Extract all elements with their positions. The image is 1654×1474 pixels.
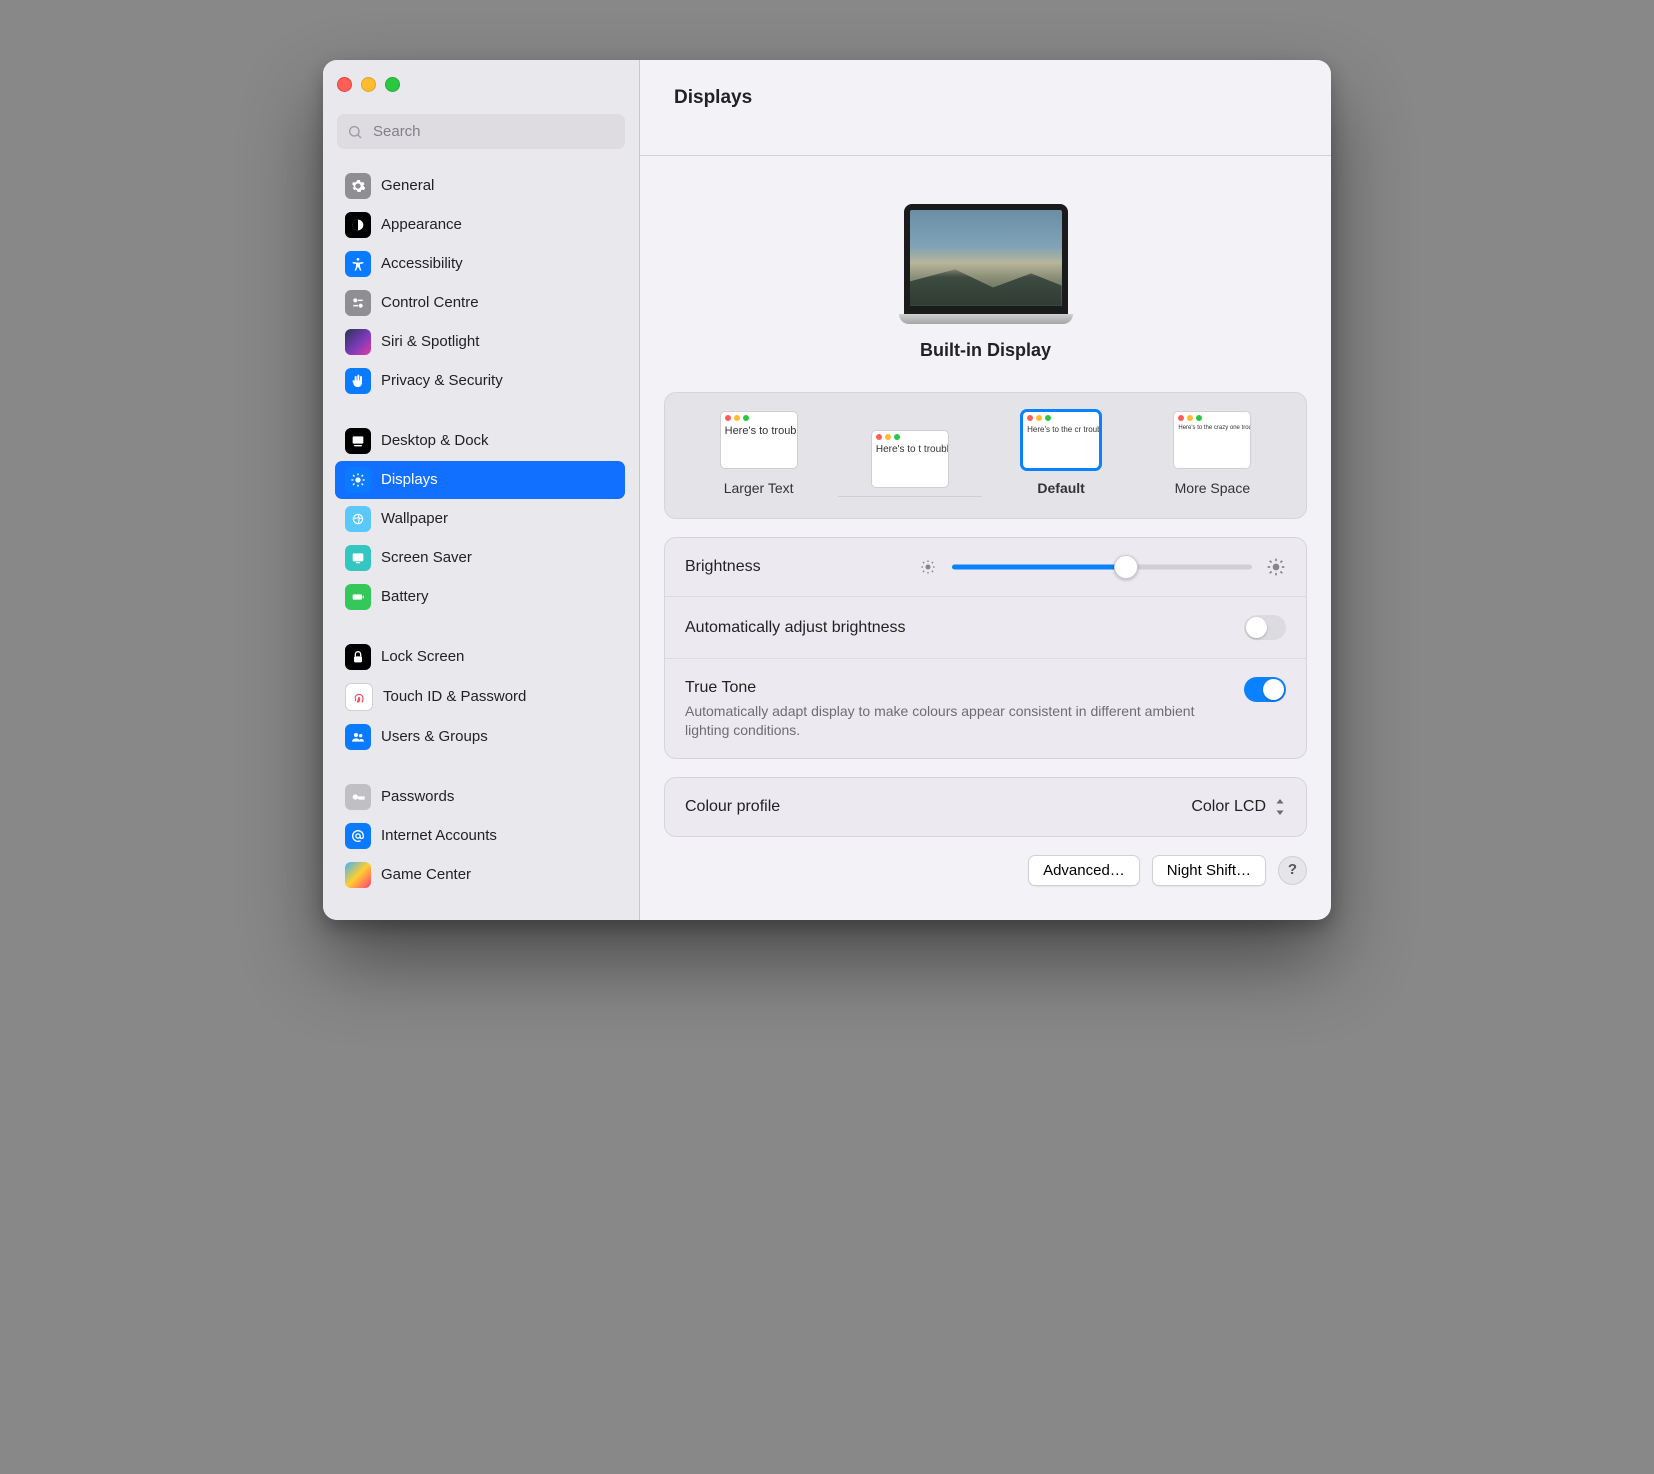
appearance-icon	[345, 212, 371, 238]
sidebar-item-label: Game Center	[381, 865, 471, 885]
true-tone-row: True Tone Automatically adapt display to…	[665, 658, 1306, 758]
laptop-preview[interactable]	[899, 204, 1073, 324]
brightness-row: Brightness	[665, 538, 1306, 596]
sidebar: General Appearance Accessibility Control…	[323, 60, 640, 920]
sidebar-item-label: Users & Groups	[381, 727, 488, 747]
help-button[interactable]: ?	[1278, 856, 1307, 885]
sidebar-item-label: Privacy & Security	[381, 371, 503, 391]
sidebar-item-passwords[interactable]: Passwords	[335, 778, 625, 816]
brightness-label: Brightness	[685, 556, 761, 578]
control-centre-icon	[345, 290, 371, 316]
game-center-icon	[345, 862, 371, 888]
sidebar-item-lock-screen[interactable]: Lock Screen	[335, 638, 625, 676]
brightness-high-icon	[1266, 557, 1286, 577]
advanced-button[interactable]: Advanced…	[1028, 855, 1140, 886]
sidebar-item-general[interactable]: General	[335, 167, 625, 205]
search-input[interactable]	[371, 122, 615, 141]
accessibility-icon	[345, 251, 371, 277]
resolution-option-more-space[interactable]: Here's to the crazy one troublemakers. T…	[1157, 411, 1267, 498]
sidebar-item-wallpaper[interactable]: Wallpaper	[335, 500, 625, 538]
battery-icon	[345, 584, 371, 610]
search-icon	[347, 124, 363, 140]
sidebar-item-battery[interactable]: Battery	[335, 578, 625, 616]
sidebar-item-label: Siri & Spotlight	[381, 332, 479, 352]
sidebar-item-internet-accounts[interactable]: Internet Accounts	[335, 817, 625, 855]
device-name: Built-in Display	[920, 338, 1051, 362]
resolution-option-medium[interactable]: Here's to t troublema ones who	[855, 430, 965, 498]
window-controls	[333, 75, 629, 114]
sidebar-item-label: Screen Saver	[381, 548, 472, 568]
colour-profile-label: Colour profile	[685, 796, 780, 818]
sidebar-item-label: Touch ID & Password	[383, 687, 526, 707]
gear-icon	[345, 173, 371, 199]
at-icon	[345, 823, 371, 849]
sidebar-item-label: Internet Accounts	[381, 826, 497, 846]
hand-icon	[345, 368, 371, 394]
footer-buttons: Advanced… Night Shift… ?	[664, 855, 1307, 886]
sidebar-item-label: Battery	[381, 587, 429, 607]
sidebar-item-displays[interactable]: Displays	[335, 461, 625, 499]
sidebar-item-label: Wallpaper	[381, 509, 448, 529]
sidebar-item-label: Control Centre	[381, 293, 479, 313]
siri-icon	[345, 329, 371, 355]
sidebar-item-label: Appearance	[381, 215, 462, 235]
resolution-option-default[interactable]: Here's to the cr troublemakers. ones who…	[1006, 411, 1116, 498]
colour-profile-value: Color LCD	[1191, 796, 1266, 818]
resolution-option-larger-text[interactable]: Here's to troublem Larger Text	[704, 411, 814, 498]
desktop-dock-icon	[345, 428, 371, 454]
lock-icon	[345, 644, 371, 670]
wallpaper-icon	[345, 506, 371, 532]
page-title: Displays	[674, 85, 1331, 111]
close-window-icon[interactable]	[337, 77, 352, 92]
auto-brightness-row: Automatically adjust brightness	[665, 596, 1306, 658]
device-preview: Built-in Display	[640, 172, 1331, 392]
sidebar-item-label: General	[381, 176, 434, 196]
sidebar-item-control-centre[interactable]: Control Centre	[335, 284, 625, 322]
auto-brightness-toggle[interactable]	[1244, 615, 1286, 640]
sidebar-item-label: Displays	[381, 470, 438, 490]
colour-profile-select[interactable]: Color LCD	[1191, 796, 1286, 818]
brightness-panel: Brightness Automatically adjust brightne…	[664, 537, 1307, 759]
search-field[interactable]	[337, 114, 625, 149]
sidebar-item-users-groups[interactable]: Users & Groups	[335, 718, 625, 756]
fingerprint-icon	[345, 683, 373, 711]
resolution-panel: Here's to troublem Larger Text Here's to…	[664, 392, 1307, 519]
displays-icon	[345, 467, 371, 493]
night-shift-button[interactable]: Night Shift…	[1152, 855, 1266, 886]
colour-profile-panel: Colour profile Color LCD	[664, 777, 1307, 837]
sidebar-nav: General Appearance Accessibility Control…	[333, 161, 629, 920]
true-tone-toggle[interactable]	[1244, 677, 1286, 702]
sidebar-item-appearance[interactable]: Appearance	[335, 206, 625, 244]
sidebar-item-label: Passwords	[381, 787, 454, 807]
sidebar-item-game-center[interactable]: Game Center	[335, 856, 625, 894]
sidebar-item-label: Accessibility	[381, 254, 463, 274]
true-tone-description: Automatically adapt display to make colo…	[685, 702, 1205, 740]
system-settings-window: General Appearance Accessibility Control…	[323, 60, 1331, 920]
main-content: Displays Built-in Display Here's to trou…	[640, 60, 1331, 920]
sidebar-item-label: Desktop & Dock	[381, 431, 489, 451]
sidebar-item-desktop-dock[interactable]: Desktop & Dock	[335, 422, 625, 460]
colour-profile-row: Colour profile Color LCD	[665, 778, 1306, 836]
sidebar-item-screen-saver[interactable]: Screen Saver	[335, 539, 625, 577]
key-icon	[345, 784, 371, 810]
sidebar-item-siri-spotlight[interactable]: Siri & Spotlight	[335, 323, 625, 361]
users-icon	[345, 724, 371, 750]
brightness-slider[interactable]	[952, 556, 1252, 578]
main-header: Displays	[640, 60, 1331, 172]
true-tone-label: True Tone	[685, 677, 1205, 699]
sidebar-item-touchid-password[interactable]: Touch ID & Password	[335, 677, 625, 717]
sidebar-item-accessibility[interactable]: Accessibility	[335, 245, 625, 283]
brightness-low-icon	[918, 557, 938, 577]
sidebar-item-privacy-security[interactable]: Privacy & Security	[335, 362, 625, 400]
minimize-window-icon[interactable]	[361, 77, 376, 92]
up-down-chevron-icon	[1274, 799, 1286, 815]
sidebar-item-label: Lock Screen	[381, 647, 464, 667]
auto-brightness-label: Automatically adjust brightness	[685, 617, 906, 639]
zoom-window-icon[interactable]	[385, 77, 400, 92]
screen-saver-icon	[345, 545, 371, 571]
